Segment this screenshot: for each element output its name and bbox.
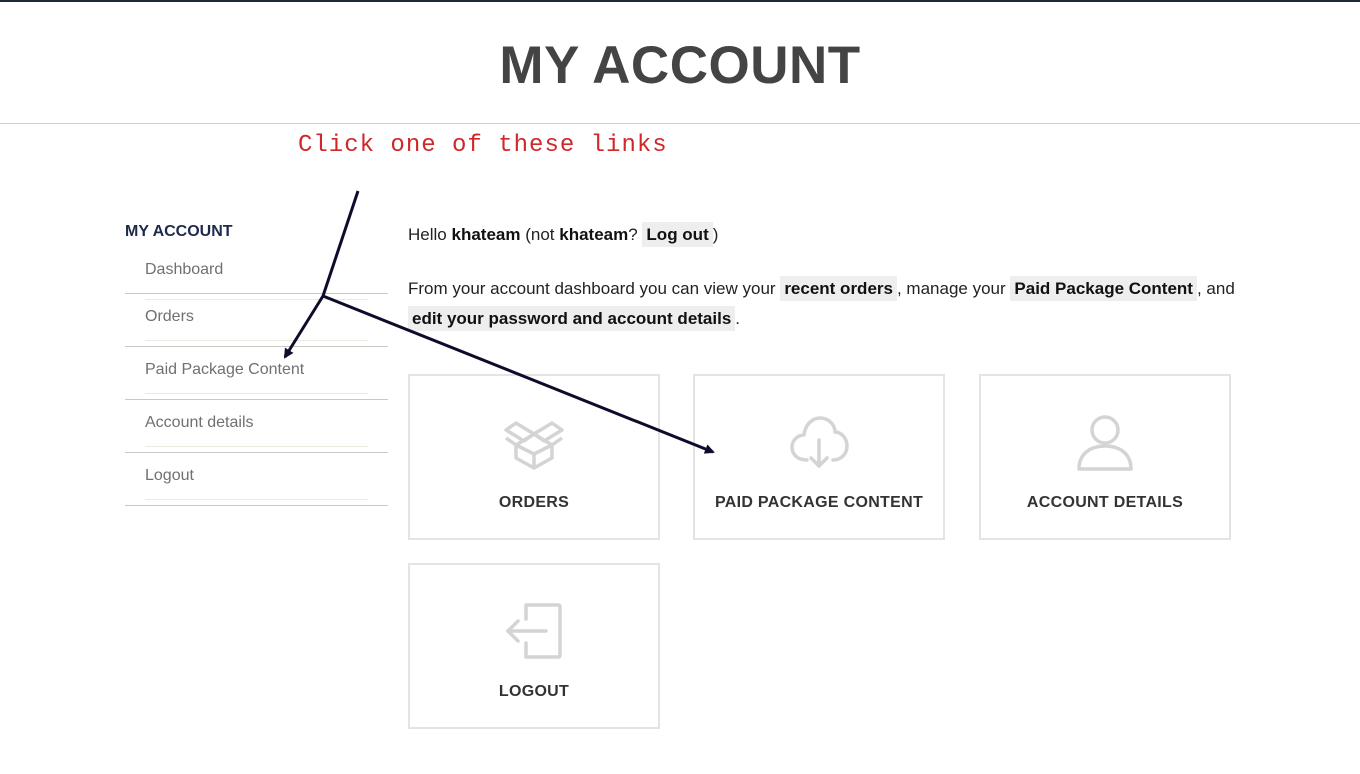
tile-orders[interactable]: ORDERS <box>408 374 660 540</box>
tile-paid-package-content-label: PAID PACKAGE CONTENT <box>714 494 924 511</box>
sidebar-link-dashboard[interactable]: Dashboard <box>145 261 223 279</box>
username: khateam <box>451 225 521 244</box>
page-header: MY ACCOUNT <box>0 2 1360 124</box>
intro-part-2: , manage your <box>896 279 1006 298</box>
sidebar-item-dashboard: Dashboard <box>125 254 388 300</box>
paid-package-content-link[interactable]: Paid Package Content <box>1010 276 1197 301</box>
tile-logout[interactable]: LOGOUT <box>408 563 660 729</box>
intro-text: From your account dashboard you can view… <box>408 274 1248 334</box>
greeting-not: (not <box>525 225 555 244</box>
tile-account-details-label: ACCOUNT DETAILS <box>1026 494 1184 511</box>
greeting-hello: Hello <box>408 225 447 244</box>
edit-account-details-link[interactable]: edit your password and account details <box>408 306 736 331</box>
logout-link[interactable]: Log out <box>642 222 713 247</box>
tile-account-details[interactable]: ACCOUNT DETAILS <box>979 374 1231 540</box>
sidebar-item-logout: Logout <box>125 453 388 506</box>
tile-logout-label: LOGOUT <box>498 683 570 700</box>
intro-part-4: . <box>735 309 741 328</box>
sidebar-link-orders[interactable]: Orders <box>145 308 194 326</box>
sidebar-link-account-details[interactable]: Account details <box>145 414 254 432</box>
sidebar-item-account-details: Account details <box>125 400 388 453</box>
sidebar-title: MY ACCOUNT <box>125 223 233 240</box>
sidebar-link-paid-package-content[interactable]: Paid Package Content <box>145 361 304 379</box>
tile-orders-label: ORDERS <box>498 494 570 511</box>
intro-part-1: From your account dashboard you can view… <box>408 279 776 298</box>
greeting-question: ? <box>628 225 638 244</box>
page-title: MY ACCOUNT <box>499 36 861 95</box>
greeting-text: Hello khateam (not khateam? Log out) <box>408 220 1248 250</box>
sidebar-item-paid-package-content: Paid Package Content <box>125 347 388 400</box>
tile-paid-package-content[interactable]: PAID PACKAGE CONTENT <box>693 374 945 540</box>
username-repeat: khateam <box>559 225 629 244</box>
sidebar-link-logout[interactable]: Logout <box>145 467 194 485</box>
recent-orders-link[interactable]: recent orders <box>780 276 897 301</box>
greeting-close: ) <box>712 225 719 244</box>
user-icon <box>1077 415 1133 471</box>
dashboard-content: Hello khateam (not khateam? Log out) Fro… <box>408 220 1248 334</box>
annotation-instruction: Click one of these links <box>298 132 668 159</box>
sidebar-item-orders: Orders <box>125 294 388 347</box>
account-navigation: MY ACCOUNT Dashboard Orders Paid Package… <box>125 222 388 506</box>
cloud-download-icon <box>790 416 849 468</box>
intro-part-3: , and <box>1196 279 1235 298</box>
box-icon <box>504 421 564 470</box>
logout-icon <box>506 603 562 659</box>
